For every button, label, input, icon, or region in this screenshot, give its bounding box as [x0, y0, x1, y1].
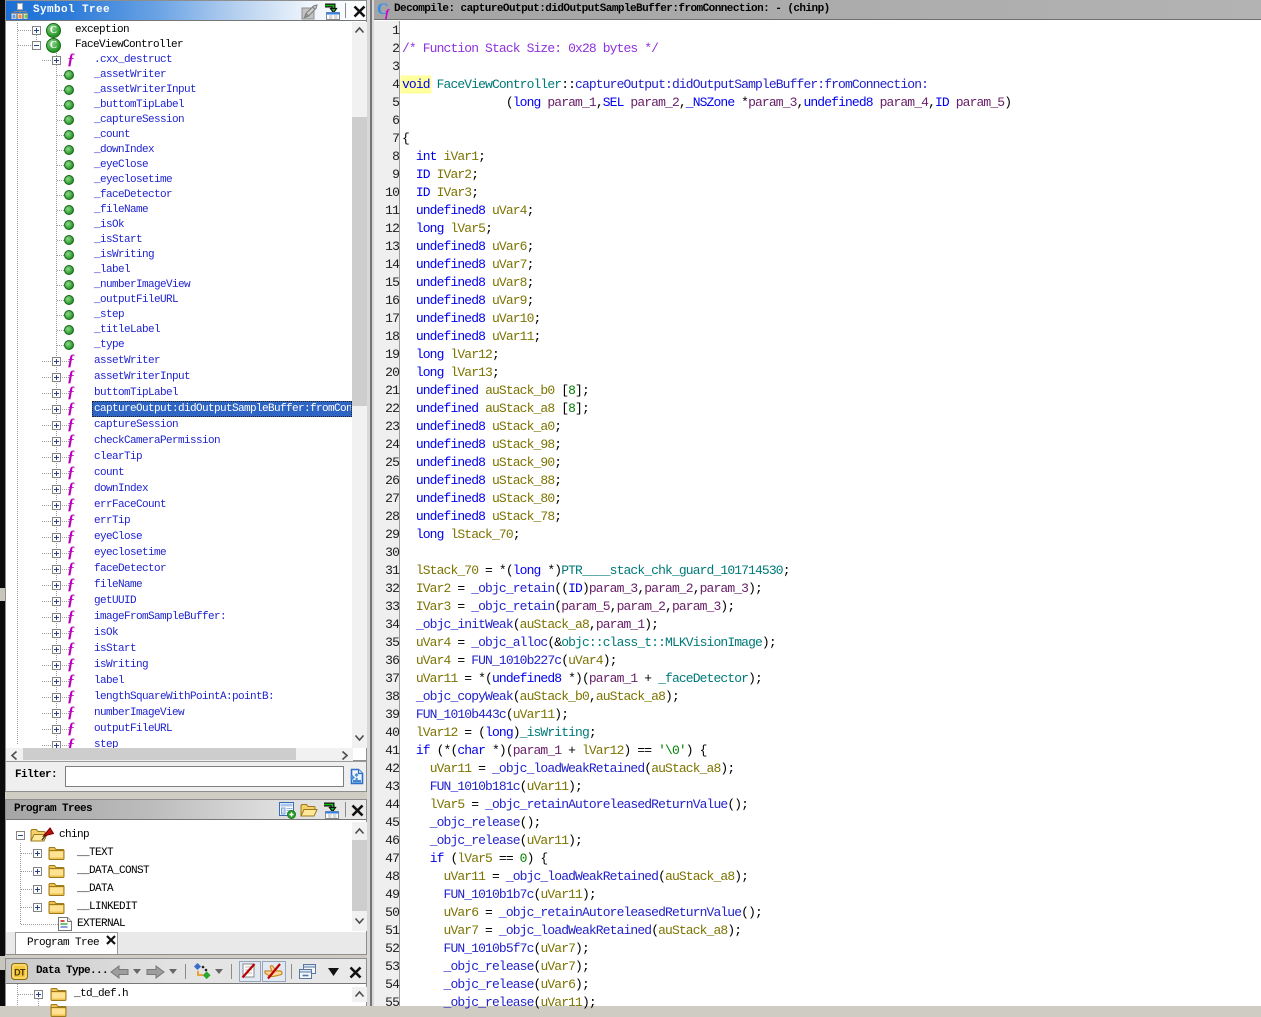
svg-text:DT: DT [14, 968, 26, 978]
